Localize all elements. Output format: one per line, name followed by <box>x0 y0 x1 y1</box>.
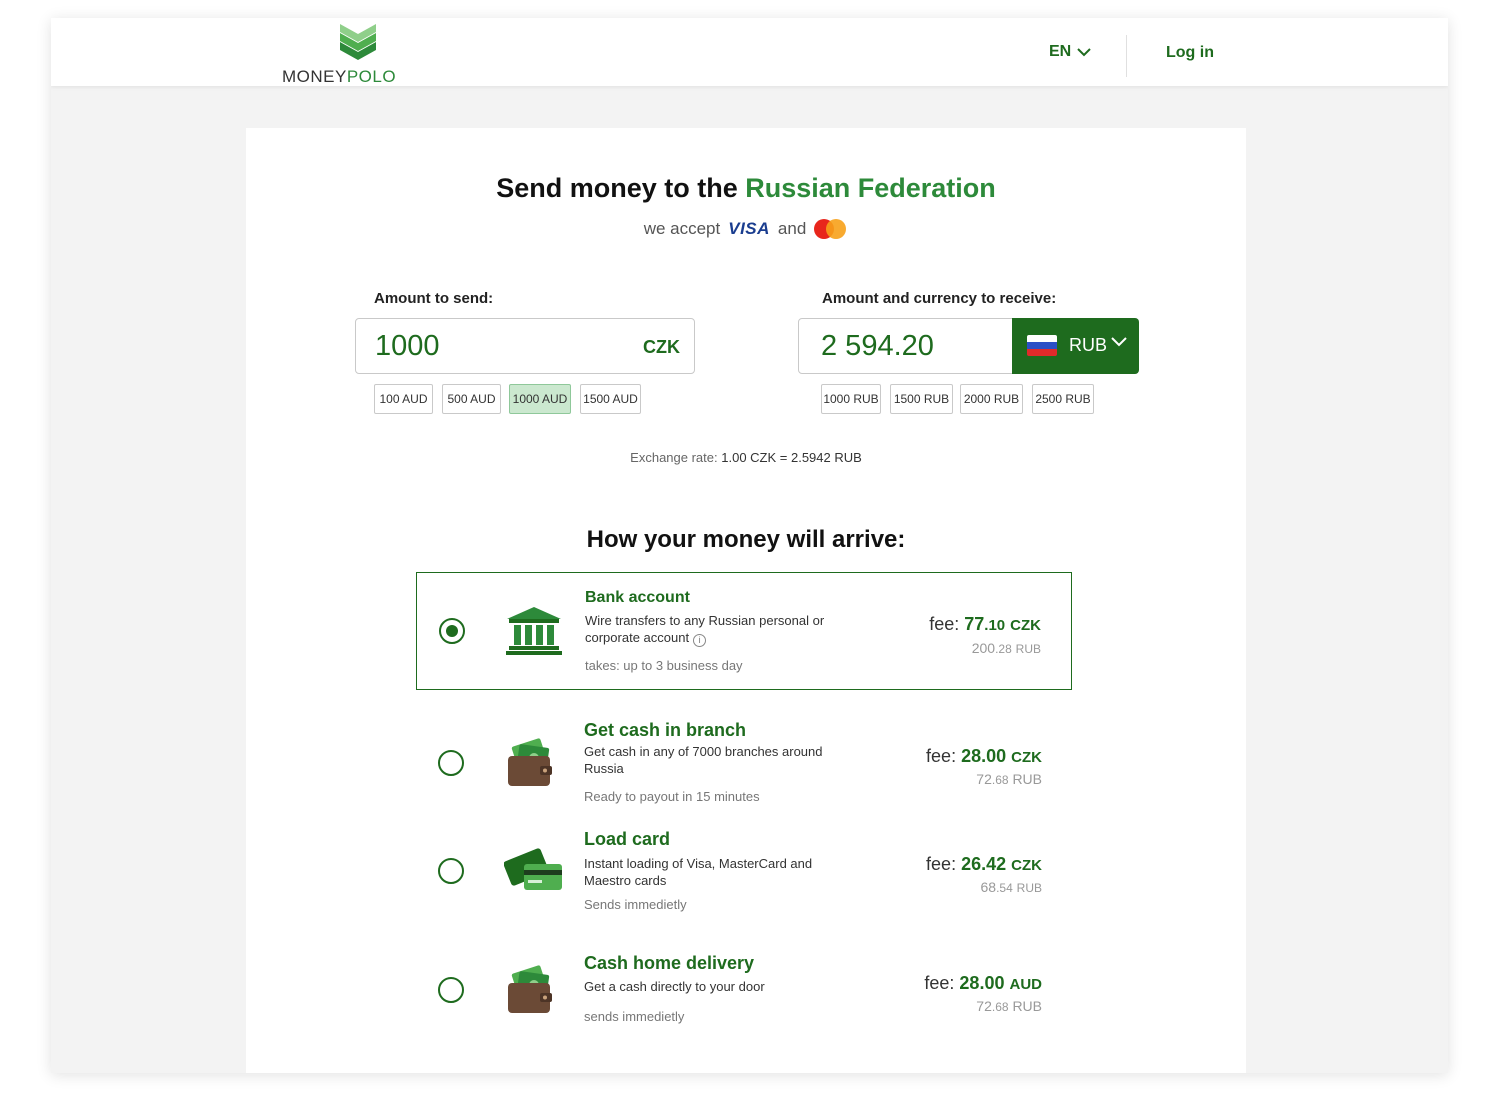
option-description: Instant loading of Visa, MasterCard and … <box>584 856 813 888</box>
receive-preset-2000[interactable]: 2000 RUB <box>960 384 1023 414</box>
russia-flag-icon <box>1027 335 1057 356</box>
receive-preset-1000[interactable]: 1000 RUB <box>821 384 881 414</box>
page-title: Send money to the Russian Federation <box>496 173 996 203</box>
option-fee-converted: 200.28 RUB <box>971 640 1041 656</box>
logo-chevron-icon <box>340 24 376 60</box>
option-title: Get cash in branch <box>584 720 747 740</box>
exchange-rate-value: 1.00 CZK = 2.5942 RUB <box>721 450 862 465</box>
radio-unselected[interactable] <box>438 750 464 776</box>
send-currency: CZK <box>643 337 680 357</box>
option-fee: fee: 28.00 AUD <box>924 973 1042 993</box>
receive-currency-select[interactable]: RUB <box>1012 318 1139 374</box>
option-description: Get a cash directly to your door <box>584 979 765 994</box>
transfer-card: Send money to the Russian Federation we … <box>246 128 1246 1073</box>
logo-text: MONEYPOLO <box>282 67 397 86</box>
radio-unselected[interactable] <box>438 858 464 884</box>
send-amount-input[interactable]: 1000 CZK <box>355 318 695 374</box>
receive-currency-code: RUB <box>1069 335 1108 355</box>
option-fee-converted: 72.68 RUB <box>976 998 1042 1014</box>
option-fee: fee: 77.10 CZK <box>929 614 1041 634</box>
option-description: Wire transfers to any Russian personal o… <box>585 613 825 647</box>
moneypolo-logo[interactable]: MONEYPOLO <box>282 24 434 86</box>
option-title: Bank account <box>585 589 690 606</box>
bank-icon <box>506 607 562 655</box>
radio-unselected[interactable] <box>438 977 464 1003</box>
language-label: EN <box>1049 43 1072 60</box>
option-time: Ready to payout in 15 minutes <box>584 789 760 804</box>
option-time: Sends immedietly <box>584 897 687 912</box>
header-divider <box>1126 35 1127 77</box>
receive-amount-input[interactable]: 2 594.20 <box>798 318 1014 374</box>
receive-preset-1500[interactable]: 1500 RUB <box>890 384 953 414</box>
receive-amount-label: Amount and currency to receive: <box>822 290 1057 307</box>
option-bank-account[interactable]: Bank account Wire transfers to any Russi… <box>416 572 1072 690</box>
option-fee-converted: 72.68 RUB <box>976 771 1042 787</box>
mastercard-icon <box>814 218 848 240</box>
cards-icon <box>504 848 562 890</box>
send-preset-1000[interactable]: 1000 AUD <box>509 384 571 414</box>
language-selector[interactable]: EN <box>1049 43 1091 61</box>
app-frame: MONEYPOLO EN Log in Send money to the Ru… <box>51 18 1448 1073</box>
receive-amount-value: 2 594.20 <box>821 330 934 362</box>
option-fee-converted: 68.54 RUB <box>980 879 1043 895</box>
accept-prefix: we accept <box>643 219 721 238</box>
option-title: Load card <box>584 829 671 849</box>
option-load-card[interactable]: Load card Instant loading of Visa, Maste… <box>416 818 1072 936</box>
accept-and: and <box>777 219 807 238</box>
option-cash-home-delivery[interactable]: Cash home delivery Get a cash directly t… <box>416 943 1072 1061</box>
login-link[interactable]: Log in <box>1166 44 1214 62</box>
option-fee: fee: 28.00 CZK <box>926 746 1042 766</box>
option-title: Cash home delivery <box>584 953 755 973</box>
info-icon[interactable]: i <box>693 634 707 647</box>
option-description: Get cash in any of 7000 branches around … <box>584 744 823 776</box>
chevron-down-icon <box>1077 47 1091 56</box>
option-time: sends immedietly <box>584 1009 685 1024</box>
destination-country: Russian Federation <box>745 173 996 203</box>
send-preset-500[interactable]: 500 AUD <box>442 384 501 414</box>
receive-preset-2500[interactable]: 2500 RUB <box>1032 384 1094 414</box>
send-amount-value: 1000 <box>375 330 440 362</box>
chevron-down-icon <box>1111 337 1127 347</box>
send-amount-label: Amount to send: <box>374 290 494 307</box>
option-cash-in-branch[interactable]: Get cash in branch Get cash in any of 70… <box>416 708 1072 826</box>
accepted-cards: we accept VISA and <box>246 218 1246 240</box>
exchange-rate: Exchange rate: 1.00 CZK = 2.5942 RUB <box>630 450 862 465</box>
send-preset-100[interactable]: 100 AUD <box>374 384 433 414</box>
radio-selected[interactable] <box>439 618 465 644</box>
visa-logo: VISA <box>728 219 770 238</box>
send-preset-1500[interactable]: 1500 AUD <box>580 384 641 414</box>
wallet-icon <box>508 965 552 1013</box>
option-fee: fee: 26.42 CZK <box>926 854 1042 874</box>
top-header: MONEYPOLO EN Log in <box>51 18 1448 86</box>
wallet-icon <box>508 738 552 786</box>
option-time: takes: up to 3 business day <box>585 658 743 673</box>
arrival-section-title: How your money will arrive: <box>586 526 906 553</box>
